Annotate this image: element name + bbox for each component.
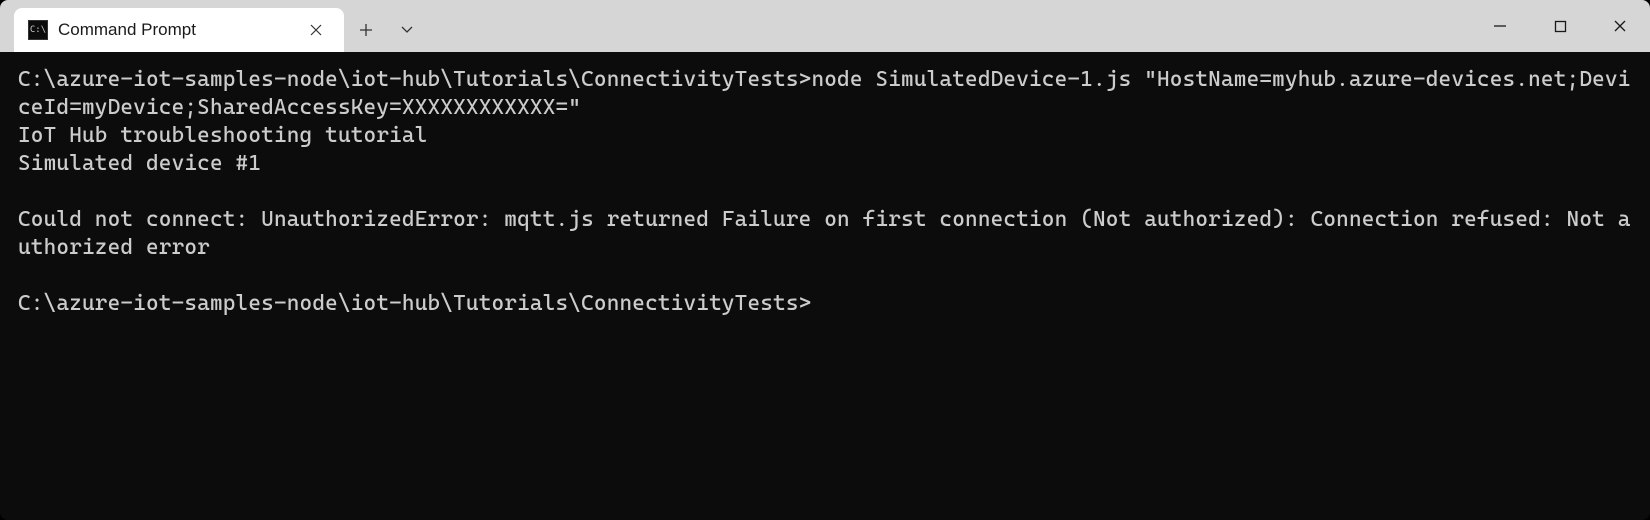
terminal-line: C:\azure-iot-samples-node\iot-hub\Tutori… <box>18 67 1631 120</box>
plus-icon <box>359 23 373 37</box>
maximize-icon <box>1554 20 1567 33</box>
tab-area: C:\ Command Prompt <box>0 0 426 52</box>
tab-title: Command Prompt <box>58 20 292 40</box>
window-close-button[interactable] <box>1590 0 1650 52</box>
minimize-icon <box>1493 19 1507 33</box>
terminal-line: C:\azure-iot-samples-node\iot-hub\Tutori… <box>18 291 811 316</box>
chevron-down-icon <box>400 25 414 35</box>
window-controls <box>1470 0 1650 52</box>
terminal-line: IoT Hub troubleshooting tutorial <box>18 123 428 148</box>
tab-command-prompt[interactable]: C:\ Command Prompt <box>14 8 344 52</box>
new-tab-button[interactable] <box>344 8 388 52</box>
titlebar: C:\ Command Prompt <box>0 0 1650 52</box>
terminal-line: Could not connect: UnauthorizedError: mq… <box>18 207 1631 260</box>
close-icon <box>310 24 322 36</box>
maximize-button[interactable] <box>1530 0 1590 52</box>
terminal-output[interactable]: C:\azure-iot-samples-node\iot-hub\Tutori… <box>0 52 1650 520</box>
tab-close-button[interactable] <box>302 16 330 44</box>
tab-dropdown-button[interactable] <box>388 8 426 52</box>
cmd-icon: C:\ <box>28 20 48 40</box>
terminal-line: Simulated device #1 <box>18 151 261 176</box>
minimize-button[interactable] <box>1470 0 1530 52</box>
close-icon <box>1613 19 1627 33</box>
